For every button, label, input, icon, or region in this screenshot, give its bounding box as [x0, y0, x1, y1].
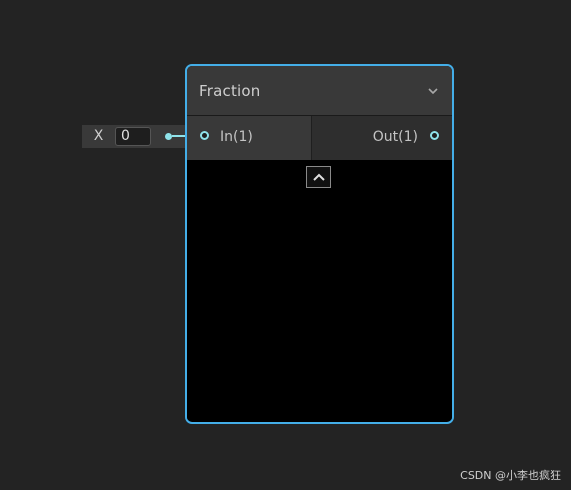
node-title: Fraction [199, 81, 261, 100]
port-circle-icon[interactable] [430, 131, 439, 140]
axis-label-x: X [93, 128, 104, 144]
port-circle-icon[interactable] [200, 131, 209, 140]
chevron-down-icon[interactable] [426, 84, 440, 98]
output-port[interactable]: Out(1) [312, 116, 452, 160]
node-preview [187, 160, 452, 420]
preview-toggle-button[interactable] [306, 166, 331, 188]
x-value-input[interactable]: 0 [115, 127, 151, 146]
watermark: CSDN @小李也疯狂 [460, 469, 561, 482]
port-dot-icon [165, 133, 172, 140]
ports-row: In(1) Out(1) [187, 116, 452, 160]
output-port-label: Out(1) [372, 129, 418, 145]
inline-input-field-x: X 0 [82, 125, 186, 148]
node-header[interactable]: Fraction [187, 66, 452, 116]
fraction-node[interactable]: Fraction In(1) Out(1) [185, 64, 454, 424]
input-port[interactable]: In(1) [187, 116, 312, 160]
input-port-label: In(1) [220, 129, 253, 145]
chevron-up-icon [312, 173, 325, 181]
